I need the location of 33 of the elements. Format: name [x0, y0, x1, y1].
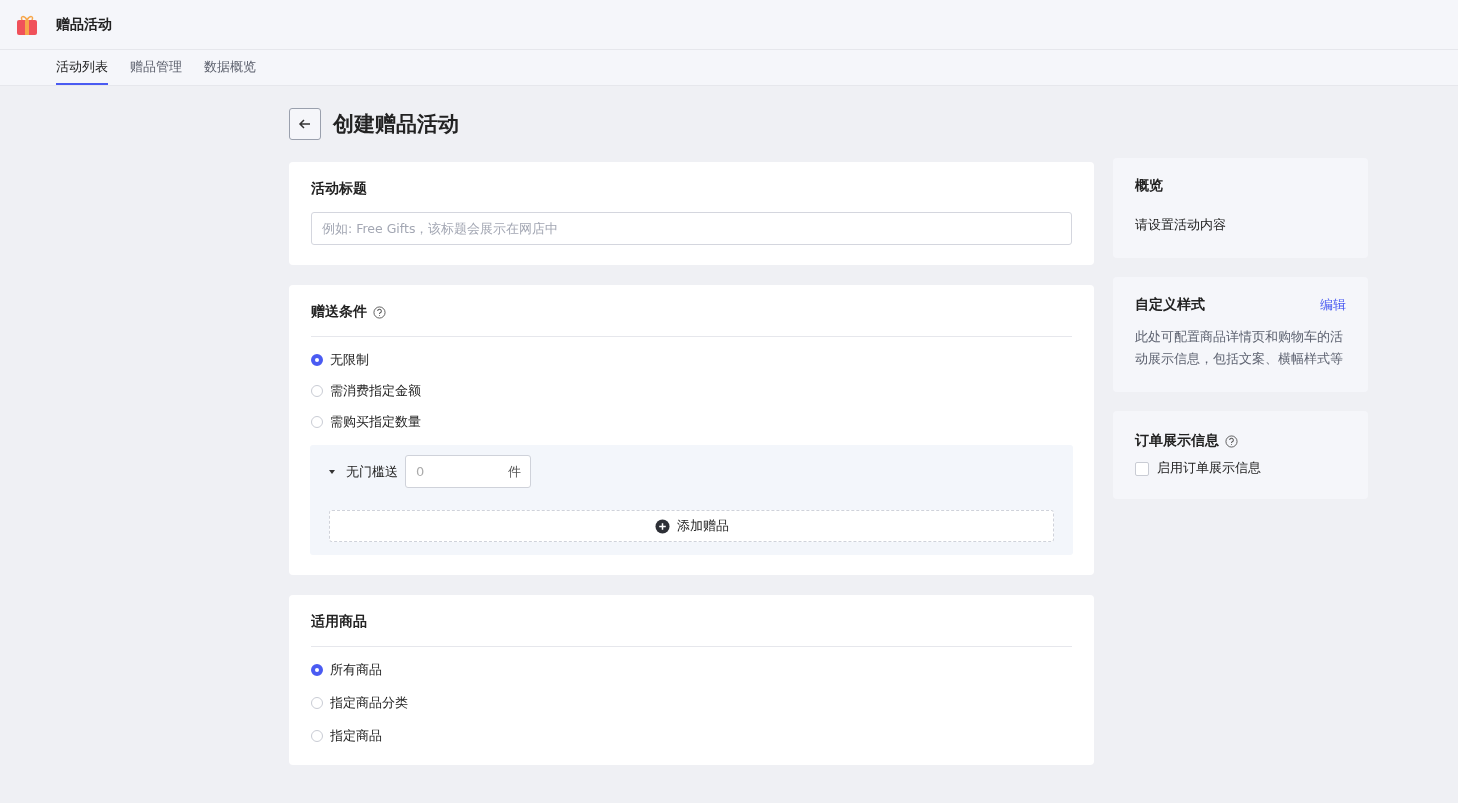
section-heading: 适用商品 — [311, 613, 367, 631]
unit-label: 件 — [508, 463, 521, 481]
radio-button[interactable] — [311, 664, 323, 676]
section-heading: 赠送条件 — [311, 303, 367, 321]
description-text: 此处可配置商品详情页和购物车的活动展示信息，包括文案、横幅样式等 — [1135, 328, 1344, 368]
nav-tab[interactable]: 赠品管理 — [130, 50, 182, 85]
page-title: 创建赠品活动 — [333, 111, 459, 138]
radio-label: 需消费指定金额 — [330, 382, 421, 400]
nav-tab[interactable]: 活动列表 — [56, 50, 108, 85]
section-heading: 活动标题 — [311, 180, 368, 198]
radio-label: 无限制 — [330, 351, 369, 369]
add-gift-button[interactable]: 添加赠品 — [329, 510, 1054, 542]
section-heading: 自定义样式 — [1135, 296, 1205, 314]
overview-text: 请设置活动内容 — [1135, 216, 1227, 234]
edit-link[interactable]: 编辑 — [1320, 296, 1346, 314]
section-heading: 订单展示信息 — [1135, 432, 1219, 450]
nav-tab[interactable]: 数据概览 — [204, 50, 256, 85]
radio-button[interactable] — [311, 354, 323, 366]
radio-label: 所有商品 — [330, 661, 382, 679]
radio-label: 指定商品分类 — [330, 694, 408, 712]
help-icon[interactable] — [1225, 434, 1238, 448]
caret-icon[interactable] — [329, 469, 335, 474]
plus-icon — [654, 518, 670, 534]
radio-label: 指定商品 — [330, 727, 382, 745]
title-input-field[interactable]: 例如: Free Gifts，该标题会展示在网店中 — [311, 212, 1072, 245]
help-icon[interactable] — [373, 305, 386, 319]
back-button[interactable] — [289, 108, 321, 140]
tier-label: 无门槛送 — [346, 462, 398, 481]
app-title: 赠品活动 — [56, 15, 112, 34]
radio-label: 需购买指定数量 — [330, 413, 421, 431]
checkbox-label: 启用订单展示信息 — [1157, 460, 1261, 477]
checkbox[interactable] — [1135, 461, 1149, 476]
section-heading: 概览 — [1135, 177, 1164, 195]
